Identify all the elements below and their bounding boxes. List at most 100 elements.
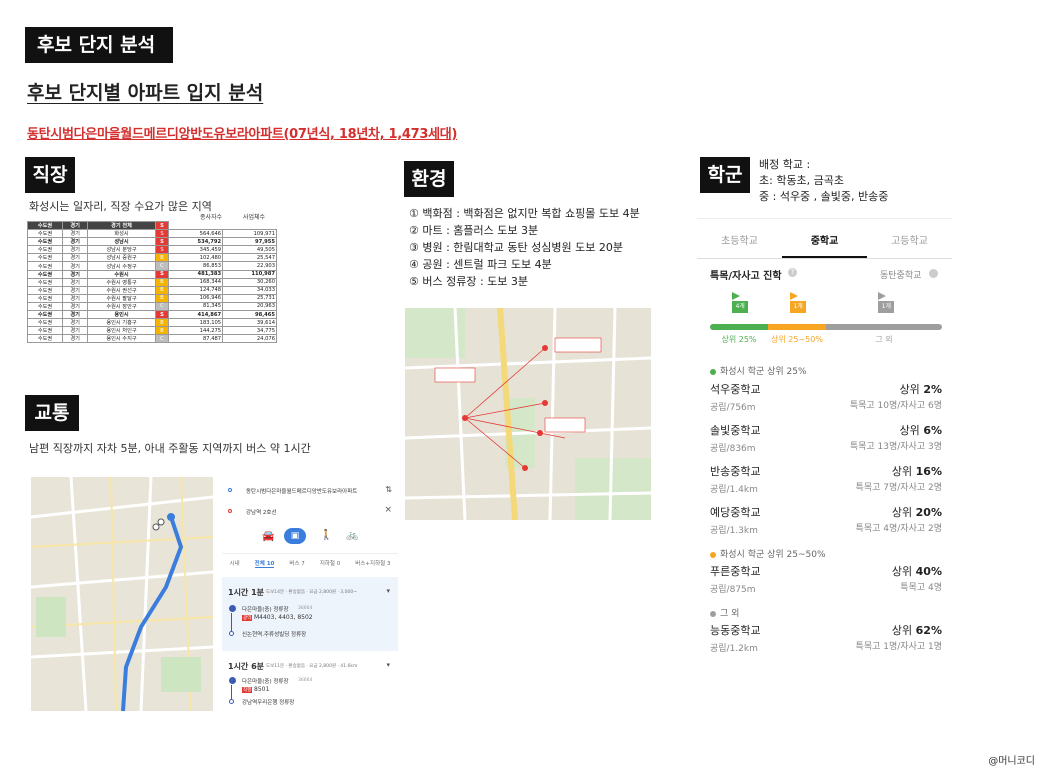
col-header-empty (168, 221, 223, 230)
jobs-cell-b: 경기 (62, 261, 89, 271)
jobs-cell-e: 168,344 (168, 277, 224, 287)
stop-icon (229, 605, 236, 612)
jobs-cell-c: 수원시 (87, 269, 156, 279)
jobs-cell-f: 24,076 (222, 334, 277, 344)
filter-bus-subway[interactable]: 버스+지하철 3 (355, 559, 390, 568)
jobs-cell-b: 경기 (62, 245, 89, 255)
destination-input[interactable]: 강남역 2호선 (246, 508, 277, 516)
filter-bus[interactable]: 버스 7 (289, 559, 304, 568)
jobs-cell-a: 수도권 (26, 285, 64, 295)
info-icon[interactable] (929, 269, 938, 278)
jobs-cell-c: 성남시 (87, 237, 156, 247)
tab-elementary[interactable]: 초등학교 (697, 222, 782, 258)
route-option-2[interactable]: 1시간 6분 도보11분 · 환승없음 · 요금 2,800원 · 41.6km… (222, 655, 398, 711)
jobs-cell-c: 성남시 중원구 (87, 253, 156, 263)
jobs-cell-c: 수원시 권선구 (87, 285, 156, 295)
jobs-cell-e: 124,748 (168, 285, 224, 295)
group-label-others: 그 외 (710, 606, 739, 619)
school-detail: 특목고 4명 (900, 583, 942, 593)
walk-icon[interactable]: 🚶 (320, 530, 332, 541)
school-row[interactable]: 솔빛중학교 상위 6% 공립/836m 특목고 13명/자사고 3명 (710, 422, 942, 454)
jobs-cell-f: 25,547 (222, 253, 277, 263)
route-stop: 다은마을(중) 정류장 (242, 607, 289, 613)
school-detail: 특목고 7명/자사고 2명 (855, 483, 942, 493)
col-header-empty (222, 221, 277, 230)
jobs-cell-c: 용인시 처인구 (87, 326, 156, 336)
rank-prefix: 상위 (899, 383, 924, 396)
jobs-cell-f: 109,971 (222, 229, 277, 239)
tab-high[interactable]: 고등학교 (867, 222, 952, 258)
rank-value: 2% (923, 383, 942, 396)
group-text: 그 외 (720, 609, 740, 619)
rank-prefix: 상위 (899, 424, 924, 437)
stop-id: 36664 (298, 606, 313, 611)
jobs-cell-a: 수도권 (26, 253, 64, 263)
route-panel: 동탄시범다은마을월드메르디앙반도유보라아파트 ⇅ 강남역 2호선 × 🚘 ▣ 🚶… (222, 477, 398, 711)
jobs-cell-g: B (154, 326, 170, 336)
advancement-bar-labels: 상위 25% 상위 25~50% 그 외 (710, 334, 942, 346)
jobs-table-row: 수도권 경기 용인시 처인구 B 144,275 34,775 (26, 326, 277, 336)
filter-all[interactable]: 전체 10 (254, 559, 275, 568)
rank-value: 62% (915, 624, 942, 637)
school-detail: 특목고 1명/자사고 1명 (855, 642, 942, 652)
jobs-cell-b: 경기 (62, 253, 89, 263)
close-icon[interactable]: × (384, 505, 392, 515)
env-item-bus-stop: ⑤ 버스 정류장 : 도보 3분 (409, 275, 529, 288)
jobs-cell-g: S (154, 269, 170, 279)
advancement-title: 특목/자사고 진학 (710, 271, 782, 282)
route-end: 강남역우리은행 정류장 (242, 700, 295, 706)
school-rank: 상위 62% (892, 622, 942, 638)
flag-count: 4개 (732, 301, 749, 313)
chevron-down-icon[interactable]: ▾ (386, 661, 390, 669)
filter-subway[interactable]: 지하철 0 (320, 559, 340, 568)
jobs-cell-e: 183,105 (168, 318, 224, 328)
jobs-cell-b: 경기 (62, 269, 89, 279)
jobs-cell-e: 564,646 (168, 229, 224, 239)
jobs-table-row: 수도권 경기 수원시 영통구 B 168,344 30,260 (26, 277, 277, 287)
rank-value: 40% (915, 565, 942, 578)
school-row[interactable]: 능동중학교 상위 62% 공립/1.2km 특목고 1명/자사고 1명 (710, 622, 942, 654)
jobs-cell-g: C (154, 301, 170, 312)
advancement-bar-segment (710, 324, 768, 330)
jobs-table-row: 수도권 경기 용인시 수지구 C 87,487 24,076 (26, 334, 277, 344)
car-icon[interactable]: 🚘 (262, 531, 274, 542)
jobs-cell-g: B (154, 277, 170, 287)
page-subtitle: 후보 단지별 아파트 입지 분석 (27, 82, 264, 104)
jobs-cell-f: 20,963 (222, 301, 277, 312)
jobs-cell-a: 수도권 (26, 293, 64, 303)
end-stop-icon (229, 699, 234, 704)
swap-icon[interactable]: ⇅ (385, 485, 392, 494)
advancement-flag: 1개 (790, 292, 810, 322)
env-item-mart: ② 마트 : 홈플러스 도보 3분 (409, 224, 539, 237)
jobs-table-row: 수도권 경기 용인시 S 414,867 98,465 (26, 310, 277, 320)
jobs-cell-c: 수원시 장안구 (87, 301, 156, 312)
jobs-cell-g: S (154, 310, 170, 320)
chevron-down-icon[interactable]: ▾ (386, 587, 390, 595)
school-row[interactable]: 반송중학교 상위 16% 공립/1.4km 특목고 7명/자사고 2명 (710, 463, 942, 495)
filter-city[interactable]: 시내 (230, 559, 240, 568)
jobs-table-row: 수도권 경기 성남시 수정구 C 86,853 22,903 (26, 261, 277, 271)
bus-icon[interactable]: ▣ (284, 528, 306, 544)
jobs-caption: 화성시는 일자리, 직장 수요가 많은 지역 (29, 200, 212, 213)
group-text: 화성시 학군 상위 25% (720, 367, 807, 377)
origin-input[interactable]: 동탄시범다은마을월드메르디앙반도유보라아파트 (246, 487, 357, 495)
tab-middle[interactable]: 중학교 (782, 222, 867, 258)
jobs-cell-b: 경기 (62, 237, 89, 247)
school-rank: 상위 2% (900, 381, 942, 397)
jobs-cell-c: 성남시 수정구 (87, 261, 156, 271)
school-detail: 특목고 4명/자사고 2명 (855, 524, 942, 534)
school-row[interactable]: 예당중학교 상위 20% 공립/1.3km 특목고 4명/자사고 2명 (710, 504, 942, 536)
flag-icon (732, 292, 741, 300)
school-row[interactable]: 푸른중학교 상위 40% 공립/875m 특목고 4명 (710, 563, 942, 595)
route-option-1[interactable]: 1시간 1분 도보14분 · 환승없음 · 요금 2,800원 · 3,000~… (222, 577, 398, 651)
school-row[interactable]: 석우중학교 상위 2% 공립/756m 특목고 10명/자사고 6명 (710, 381, 942, 413)
jobs-cell-g: B (154, 285, 170, 295)
col-header: S (154, 220, 170, 231)
jobs-cell-f: 34,033 (222, 285, 277, 295)
bike-icon[interactable]: 🚲 (346, 530, 358, 541)
jobs-cell-c: 용인시 (87, 310, 156, 320)
jobs-cell-e: 106,946 (168, 293, 224, 303)
info-icon[interactable]: ? (788, 268, 797, 277)
route-filter-tabs: 시내 전체 10 버스 7 지하철 0 버스+지하철 3 (222, 559, 398, 568)
rank-prefix: 상위 (891, 565, 916, 578)
